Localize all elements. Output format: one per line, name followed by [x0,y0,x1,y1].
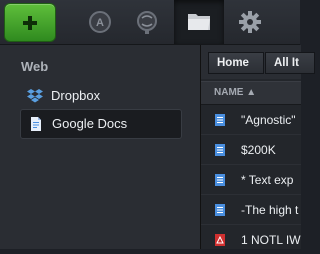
breadcrumb: Home All It [201,45,315,79]
file-name: "Agnostic" [241,113,296,127]
document-icon [215,114,225,126]
svg-text:A: A [96,17,104,29]
file-row[interactable]: -The high t [201,195,301,225]
file-name: * Text exp [241,173,294,187]
appstore-icon[interactable]: A [86,8,114,36]
network-icon[interactable] [134,8,162,36]
file-name: -The high t [241,203,299,217]
document-icon [215,144,225,156]
file-name: 1 NOTL IW [241,233,301,247]
breadcrumb-home[interactable]: Home [208,52,264,74]
google-docs-icon [31,117,41,131]
document-icon [215,174,225,186]
dropbox-icon [27,89,43,103]
document-icon [215,204,225,216]
sidebar: Web Dropbox Google Docs [0,45,200,249]
file-name: $200K [241,143,276,157]
folder-icon [188,14,210,30]
toolbar: A [0,0,300,45]
tab-files-active[interactable] [174,0,224,44]
gear-icon[interactable] [236,8,264,36]
sidebar-item-dropbox[interactable]: Dropbox [20,82,180,110]
file-browser: Home All It NAME ▲ "Agnostic" $200K * Te… [200,45,315,249]
pdf-icon [215,234,225,246]
add-button[interactable] [4,3,56,42]
sidebar-item-google-docs[interactable]: Google Docs [20,109,182,139]
section-title-web: Web [21,59,49,74]
sidebar-item-label: Dropbox [51,88,101,103]
file-row[interactable]: $200K [201,135,301,165]
file-row[interactable]: * Text exp [201,165,301,195]
file-row[interactable]: 1 NOTL IW [201,225,301,254]
breadcrumb-current[interactable]: All It [265,52,315,74]
sidebar-item-label: Google Docs [52,116,128,131]
column-header-name[interactable]: NAME ▲ [201,81,301,105]
file-row[interactable]: "Agnostic" [201,105,301,135]
column-header-label: NAME ▲ [214,87,257,98]
